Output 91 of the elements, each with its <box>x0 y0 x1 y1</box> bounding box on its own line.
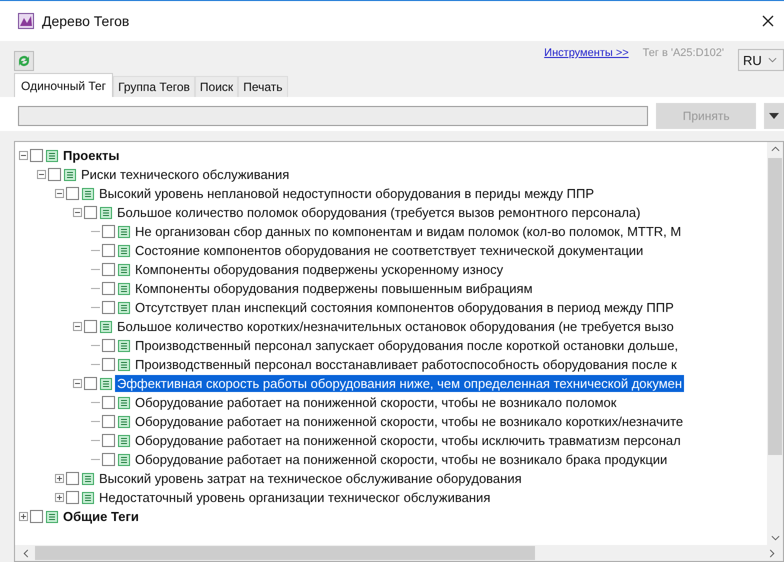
scroll-right-icon[interactable] <box>769 548 775 558</box>
expander-icon[interactable] <box>55 474 64 483</box>
app-icon <box>18 13 34 29</box>
caret-down-icon <box>769 113 780 119</box>
tag-icon <box>118 358 130 370</box>
tree-item[interactable]: Производственный персонал запускает оборудования после короткой остановки дольше, <box>133 337 680 354</box>
expander-icon[interactable] <box>55 189 64 198</box>
tag-icon <box>118 282 130 294</box>
tag-icon <box>82 188 94 200</box>
checkbox[interactable] <box>102 358 115 371</box>
checkbox[interactable] <box>102 396 115 409</box>
expander-icon[interactable] <box>73 379 82 388</box>
tree-item[interactable]: Недостаточный уровень организации техническог обслуживания <box>97 489 492 506</box>
window-title: Дерево Тегов <box>42 13 130 29</box>
tag-icon <box>82 492 94 504</box>
checkbox[interactable] <box>102 225 115 238</box>
tag-icon <box>100 206 112 218</box>
checkbox[interactable] <box>102 301 115 314</box>
tag-icon <box>100 378 112 390</box>
tools-link[interactable]: Инструменты >> <box>544 47 629 59</box>
checkbox[interactable] <box>102 244 115 257</box>
checkbox[interactable] <box>66 472 79 485</box>
tag-icon <box>64 168 76 180</box>
tree-item[interactable]: Высокий уровень неплановой недоступности оборудования в периды между ППР <box>97 185 596 202</box>
checkbox[interactable] <box>102 339 115 352</box>
tag-icon <box>118 396 130 408</box>
checkbox[interactable] <box>102 434 115 447</box>
tag-icon <box>82 472 94 484</box>
dropdown-button[interactable] <box>764 103 784 129</box>
tab[interactable]: Печать <box>238 76 288 97</box>
expander-icon[interactable] <box>73 322 82 331</box>
tree-item[interactable]: Проекты <box>61 147 122 164</box>
tag-icon <box>118 434 130 446</box>
tag-icon <box>100 320 112 332</box>
expander-icon[interactable] <box>19 151 28 160</box>
checkbox[interactable] <box>84 206 97 219</box>
tag-input-field[interactable] <box>18 106 648 126</box>
tree-item[interactable]: Компоненты оборудования подвержены ускоренному износу <box>133 261 506 278</box>
refresh-button[interactable] <box>14 51 34 71</box>
scroll-up-icon[interactable] <box>770 146 780 152</box>
language-dropdown[interactable]: RU <box>738 49 784 71</box>
vertical-scrollbar[interactable] <box>767 142 783 545</box>
tag-icon <box>118 454 130 466</box>
expander-icon[interactable] <box>73 208 82 217</box>
tab[interactable]: Группа Тегов <box>113 76 195 97</box>
checkbox[interactable] <box>102 282 115 295</box>
tree-item[interactable]: Эффективная скорость работы оборудования ниже, чем определенная технической докумен <box>115 375 684 392</box>
checkbox[interactable] <box>102 415 115 428</box>
tab[interactable]: Одиночный Тег <box>14 73 114 97</box>
checkbox[interactable] <box>84 320 97 333</box>
refresh-icon <box>17 54 31 68</box>
checkbox[interactable] <box>48 168 61 181</box>
expander-icon[interactable] <box>37 170 46 179</box>
tag-icon <box>118 226 130 238</box>
checkbox[interactable] <box>102 453 115 466</box>
checkbox[interactable] <box>30 510 43 523</box>
scroll-left-icon[interactable] <box>23 548 29 558</box>
tag-icon <box>118 302 130 314</box>
scroll-down-icon[interactable] <box>770 535 780 541</box>
tag-icon <box>118 264 130 276</box>
tree-item[interactable]: Не организован сбор данных по компонентам и видам поломок (кол-во поломок, MTTR, M <box>133 223 684 240</box>
tree-item[interactable]: Компоненты оборудования подвержены повышенным вибрациям <box>133 280 535 297</box>
tree-item[interactable]: Оборудование работает на пониженной скорости, чтобы не возникало коротких/незначите <box>133 413 686 430</box>
tree-item[interactable]: Отсутствует план инспекций состояния компонентов оборудования в период между ППР <box>133 299 676 316</box>
tree-item[interactable]: Риски технического обслуживания <box>79 166 292 183</box>
tab[interactable]: Поиск <box>194 76 238 97</box>
tree-item[interactable]: Большое количество поломок оборудования (требуется вызов ремонтного персонала) <box>115 204 642 221</box>
tree-item[interactable]: Общие Теги <box>61 508 141 525</box>
checkbox[interactable] <box>66 491 79 504</box>
tag-icon <box>118 340 130 352</box>
close-icon[interactable] <box>762 15 774 27</box>
expander-icon[interactable] <box>55 493 64 502</box>
tree-item[interactable]: Состояние компонентов оборудования не соответствует технической документации <box>133 242 646 259</box>
checkbox[interactable] <box>66 187 79 200</box>
tag-icon <box>118 244 130 256</box>
tag-reference: Тег в 'A25:D102' <box>642 47 724 59</box>
tree-item[interactable]: Оборудование работает на пониженной скорости, чтобы не возникало брака продукции <box>133 451 670 468</box>
horizontal-scrollbar[interactable] <box>15 545 783 561</box>
expander-icon[interactable] <box>19 512 28 521</box>
tree-item[interactable]: Оборудование работает на пониженной скорости, чтобы исключить травматизм персонал <box>133 432 683 449</box>
tree-item[interactable]: Большое количество коротких/незначительных остановок оборудования (не требуется вызо <box>115 318 676 335</box>
tree-item[interactable]: Оборудование работает на пониженной скорости, чтобы не возникало поломок <box>133 394 618 411</box>
tag-icon <box>118 416 130 428</box>
tree-item[interactable]: Высокий уровень затрат на техническое обслуживание оборудования <box>97 470 524 487</box>
checkbox[interactable] <box>30 149 43 162</box>
tag-icon <box>46 510 58 522</box>
tag-icon <box>46 150 58 162</box>
chevron-down-icon <box>768 57 777 63</box>
checkbox[interactable] <box>102 263 115 276</box>
checkbox[interactable] <box>84 377 97 390</box>
tree-item[interactable]: Производственный персонал восстанавливает работоспособность оборудования после к <box>133 356 679 373</box>
